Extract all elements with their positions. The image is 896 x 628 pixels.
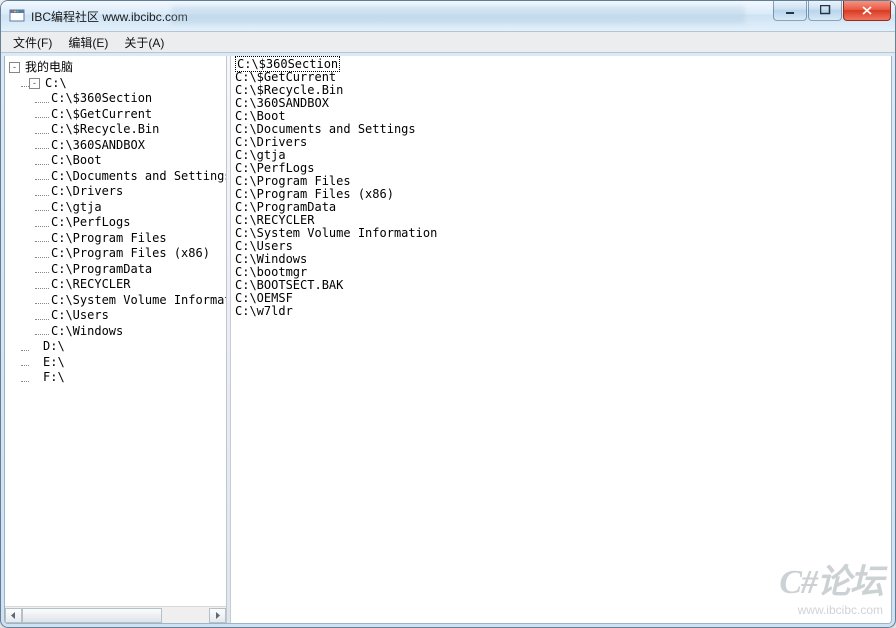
tree-folder[interactable]: C:\Drivers bbox=[49, 184, 123, 200]
tree-folder[interactable]: C:\Documents and Settings bbox=[49, 169, 226, 185]
tree-root[interactable]: 我的电脑 bbox=[23, 60, 73, 76]
tree-folder[interactable]: C:\System Volume Informat bbox=[49, 293, 226, 309]
tree-folder[interactable]: C:\Program Files bbox=[49, 231, 167, 247]
tree-folder[interactable]: C:\$GetCurrent bbox=[49, 107, 152, 123]
list-item[interactable]: C:\w7ldr bbox=[233, 305, 889, 318]
menu-file[interactable]: 文件(F) bbox=[5, 32, 60, 53]
list-item[interactable]: C:\Windows bbox=[233, 253, 889, 266]
list-item[interactable]: C:\System Volume Information bbox=[233, 227, 889, 240]
tree-folder[interactable]: C:\PerfLogs bbox=[49, 215, 130, 231]
tree-drive[interactable]: C:\ bbox=[43, 76, 67, 92]
menubar: 文件(F) 编辑(E) 关于(A) bbox=[1, 31, 895, 53]
tree-folder[interactable]: C:\$360Section bbox=[49, 91, 152, 107]
list-item[interactable]: C:\Documents and Settings bbox=[233, 123, 889, 136]
tree-collapse-icon[interactable]: - bbox=[9, 62, 20, 73]
list-item[interactable]: C:\BOOTSECT.BAK bbox=[233, 279, 889, 292]
tree-folder[interactable]: C:\Program Files (x86) bbox=[49, 246, 210, 262]
list-item[interactable]: C:\gtja bbox=[233, 149, 889, 162]
tree-folder[interactable]: C:\Boot bbox=[49, 153, 102, 169]
tree-drive[interactable]: E:\ bbox=[41, 355, 65, 371]
listing-pane: C:\$360SectionC:\$GetCurrentC:\$Recycle.… bbox=[231, 56, 891, 623]
tree-folder[interactable]: C:\Windows bbox=[49, 324, 123, 340]
file-listbox[interactable]: C:\$360SectionC:\$GetCurrentC:\$Recycle.… bbox=[233, 58, 889, 318]
tree-folder[interactable]: C:\360SANDBOX bbox=[49, 138, 145, 154]
window-controls bbox=[773, 0, 895, 21]
maximize-button[interactable] bbox=[808, 0, 842, 21]
tree-folder[interactable]: C:\$Recycle.Bin bbox=[49, 122, 159, 138]
tree-folder[interactable]: C:\Users bbox=[49, 308, 109, 324]
scroll-thumb[interactable] bbox=[22, 608, 162, 623]
client-area: -我的电脑-C:\C:\$360SectionC:\$GetCurrentC:\… bbox=[4, 56, 892, 624]
list-item[interactable]: C:\Drivers bbox=[233, 136, 889, 149]
app-window: IBC编程社区 www.ibcibc.com 文件(F) 编辑(E) 关于(A)… bbox=[0, 0, 896, 628]
tree-pane: -我的电脑-C:\C:\$360SectionC:\$GetCurrentC:\… bbox=[5, 56, 227, 623]
list-item[interactable]: C:\Users bbox=[233, 240, 889, 253]
list-item[interactable]: C:\ProgramData bbox=[233, 201, 889, 214]
titlebar-blur-region bbox=[171, 6, 745, 24]
menu-edit[interactable]: 编辑(E) bbox=[60, 32, 116, 53]
close-button[interactable] bbox=[843, 0, 891, 21]
chevron-right-icon bbox=[214, 612, 221, 619]
scroll-left-button[interactable] bbox=[5, 608, 22, 623]
minimize-button[interactable] bbox=[773, 0, 807, 21]
tree-collapse-icon[interactable]: - bbox=[29, 78, 40, 89]
tree-drive[interactable]: F:\ bbox=[41, 370, 65, 386]
scroll-right-button[interactable] bbox=[209, 608, 226, 623]
directory-tree[interactable]: -我的电脑-C:\C:\$360SectionC:\$GetCurrentC:\… bbox=[5, 56, 226, 606]
tree-folder[interactable]: C:\gtja bbox=[49, 200, 102, 216]
titlebar[interactable]: IBC编程社区 www.ibcibc.com bbox=[1, 1, 895, 31]
list-item[interactable]: C:\360SANDBOX bbox=[233, 97, 889, 110]
menu-about[interactable]: 关于(A) bbox=[116, 32, 172, 53]
scroll-track[interactable] bbox=[22, 608, 209, 623]
list-item[interactable]: C:\OEMSF bbox=[233, 292, 889, 305]
tree-drive[interactable]: D:\ bbox=[41, 339, 65, 355]
app-icon bbox=[9, 8, 25, 24]
horizontal-scrollbar[interactable] bbox=[5, 606, 226, 623]
chevron-left-icon bbox=[10, 612, 17, 619]
list-item[interactable]: C:\$Recycle.Bin bbox=[233, 84, 889, 97]
tree-folder[interactable]: C:\RECYCLER bbox=[49, 277, 130, 293]
window-title: IBC编程社区 www.ibcibc.com bbox=[31, 8, 188, 25]
tree-folder[interactable]: C:\ProgramData bbox=[49, 262, 152, 278]
